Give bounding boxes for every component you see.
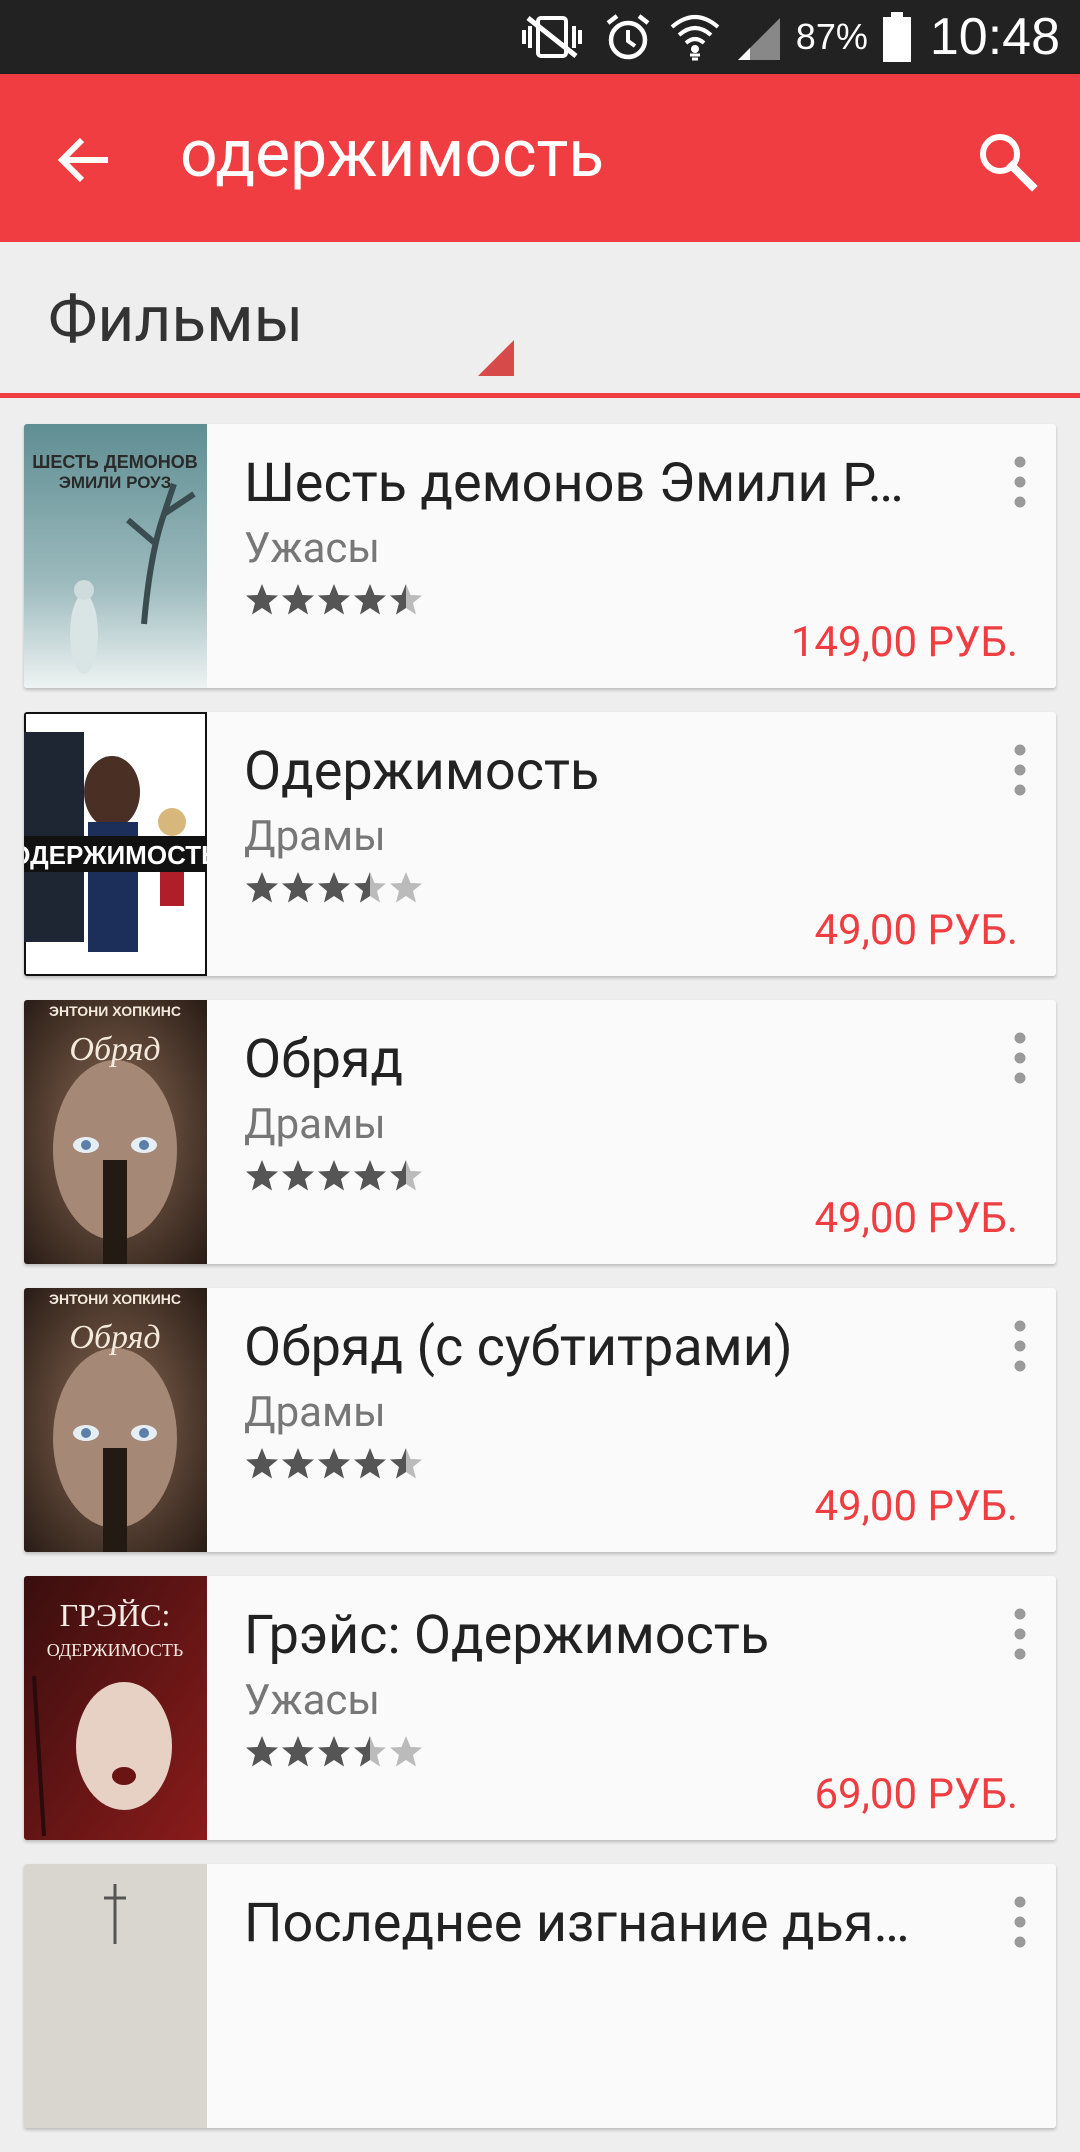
battery-icon — [882, 12, 911, 62]
category-selector[interactable]: Фильмы — [0, 242, 1080, 398]
dropdown-corner-icon[interactable] — [478, 340, 514, 376]
svg-text:ОДЕРЖИМОСТЬ: ОДЕРЖИМОСТЬ — [47, 1640, 183, 1660]
rating-stars — [244, 1734, 424, 1770]
back-arrow-icon[interactable] — [54, 130, 114, 190]
status-icons: 87% 10:48 — [516, 0, 1060, 74]
signal-icon — [737, 18, 780, 60]
search-icon[interactable] — [974, 128, 1038, 192]
price[interactable]: 69,00 РУБ. — [814, 1770, 1018, 1819]
svg-text:ЭМИЛИ РОУЗ: ЭМИЛИ РОУЗ — [59, 473, 171, 492]
poster-image[interactable]: ОДЕРЖИМОСТЬ — [24, 712, 207, 976]
svg-text:ОДЕРЖИМОСТЬ: ОДЕРЖИМОСТЬ — [24, 840, 207, 870]
poster-image[interactable] — [24, 1864, 207, 2128]
overflow-menu-icon[interactable] — [1012, 1030, 1028, 1090]
result-card[interactable]: ЭНТОНИ ХОПКИНС Обряд Обряд (с субтитрами… — [24, 1288, 1056, 1552]
movie-genre: Драмы — [244, 812, 386, 861]
clock: 10:48 — [929, 8, 1060, 66]
poster-image[interactable]: ЭНТОНИ ХОПКИНС Обряд — [24, 1000, 207, 1264]
result-card[interactable]: ШЕСТЬ ДЕМОНОВ ЭМИЛИ РОУЗ Шесть демонов Э… — [24, 424, 1056, 688]
overflow-menu-icon[interactable] — [1012, 1318, 1028, 1378]
price[interactable]: 49,00 РУБ. — [814, 906, 1018, 955]
search-query[interactable]: одержимость — [180, 110, 604, 200]
result-card[interactable]: ЭНТОНИ ХОПКИНС Обряд Обряд Драмы 49,00 Р… — [24, 1000, 1056, 1264]
alarm-icon — [606, 14, 650, 60]
svg-text:Обряд: Обряд — [69, 1319, 160, 1356]
svg-text:Обряд: Обряд — [69, 1031, 160, 1068]
category-underline — [0, 393, 1080, 398]
status-bar: 87% 10:48 — [0, 0, 1080, 74]
movie-title: Грэйс: Одержимость — [244, 1604, 770, 1667]
wifi-icon — [670, 15, 720, 61]
poster-image[interactable]: ШЕСТЬ ДЕМОНОВ ЭМИЛИ РОУЗ — [24, 424, 207, 688]
overflow-menu-icon[interactable] — [1012, 742, 1028, 802]
poster-image[interactable]: ГРЭЙС: ОДЕРЖИМОСТЬ — [24, 1576, 207, 1840]
result-card[interactable]: ОДЕРЖИМОСТЬ Одержимость Драмы 49,00 РУБ. — [24, 712, 1056, 976]
poster-image[interactable]: ЭНТОНИ ХОПКИНС Обряд — [24, 1288, 207, 1552]
movie-genre: Ужасы — [244, 524, 381, 573]
price[interactable]: 49,00 РУБ. — [814, 1194, 1018, 1243]
movie-genre: Ужасы — [244, 1676, 381, 1725]
movie-title: Шесть демонов Эмили Р… — [244, 452, 904, 515]
vibrate-mute-icon — [521, 16, 582, 58]
app-bar: одержимость — [0, 74, 1080, 242]
category-label[interactable]: Фильмы — [48, 282, 303, 357]
movie-title: Обряд (с субтитрами) — [244, 1316, 793, 1379]
movie-genre: Драмы — [244, 1388, 386, 1437]
rating-stars — [244, 870, 424, 906]
svg-text:ЭНТОНИ ХОПКИНС: ЭНТОНИ ХОПКИНС — [49, 1291, 181, 1307]
battery-percentage: 87% — [795, 16, 868, 57]
movie-title: Одержимость — [244, 740, 600, 803]
overflow-menu-icon[interactable] — [1012, 454, 1028, 514]
rating-stars — [244, 1158, 424, 1194]
movie-title: Последнее изгнание дья… — [244, 1892, 910, 1955]
rating-stars — [244, 1446, 424, 1482]
result-card[interactable]: Последнее изгнание дья… — [24, 1864, 1056, 2128]
overflow-menu-icon[interactable] — [1012, 1606, 1028, 1666]
price[interactable]: 149,00 РУБ. — [791, 618, 1018, 667]
svg-text:ГРЭЙС:: ГРЭЙС: — [60, 1597, 171, 1633]
results-list: ШЕСТЬ ДЕМОНОВ ЭМИЛИ РОУЗ Шесть демонов Э… — [24, 424, 1056, 2152]
svg-text:ШЕСТЬ ДЕМОНОВ: ШЕСТЬ ДЕМОНОВ — [32, 452, 197, 472]
result-card[interactable]: ГРЭЙС: ОДЕРЖИМОСТЬ Грэйс: Одержимость Уж… — [24, 1576, 1056, 1840]
overflow-menu-icon[interactable] — [1012, 1894, 1028, 1954]
movie-genre: Драмы — [244, 1100, 386, 1149]
svg-text:ЭНТОНИ ХОПКИНС: ЭНТОНИ ХОПКИНС — [49, 1003, 181, 1019]
rating-stars — [244, 582, 424, 618]
movie-title: Обряд — [244, 1028, 404, 1091]
price[interactable]: 49,00 РУБ. — [814, 1482, 1018, 1531]
